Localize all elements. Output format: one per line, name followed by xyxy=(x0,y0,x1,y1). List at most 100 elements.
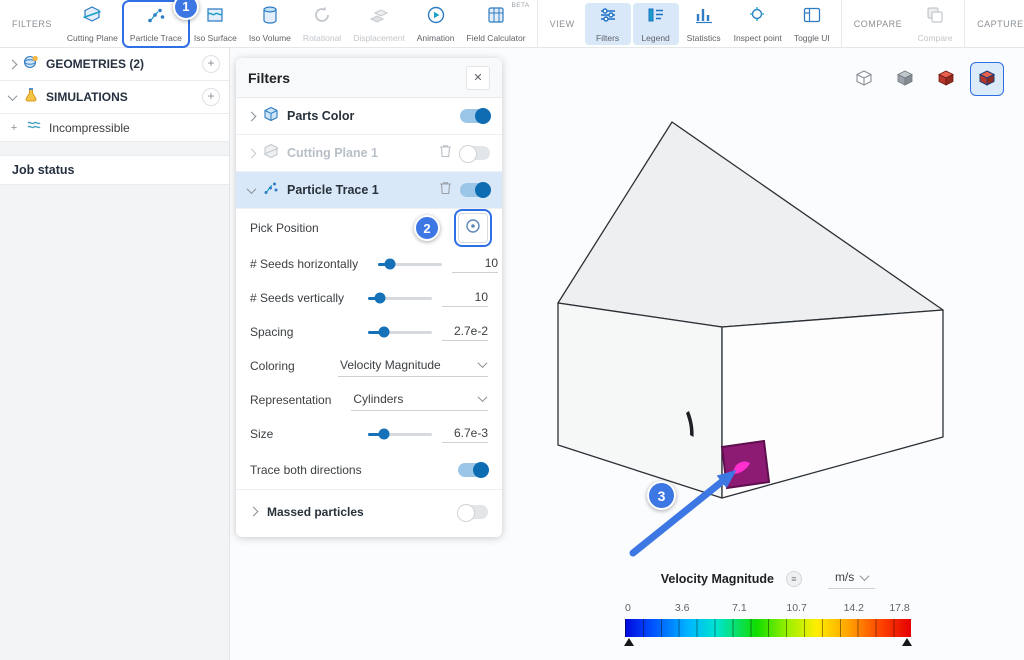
seeds-horizontal-slider[interactable] xyxy=(378,263,442,266)
representation-dropdown[interactable]: Cylinders xyxy=(351,390,488,411)
tool-label: Iso Surface xyxy=(194,33,237,43)
chevron-down-icon[interactable] xyxy=(247,184,257,194)
simulations-icon xyxy=(23,87,39,108)
range-max-marker[interactable] xyxy=(902,638,912,646)
spacing-slider[interactable] xyxy=(368,331,432,334)
simulations-label: SIMULATIONS xyxy=(46,90,128,104)
view-section-label: VIEW xyxy=(550,19,575,29)
representation-row: Representation Cylinders xyxy=(236,383,502,417)
coloring-value: Velocity Magnitude xyxy=(340,358,441,372)
representation-value: Cylinders xyxy=(353,392,403,406)
legend-header: Velocity Magnitude ≡ m/s xyxy=(618,568,918,589)
trace-both-directions-toggle[interactable] xyxy=(458,463,488,477)
legend-unit-dropdown[interactable]: m/s xyxy=(828,568,875,589)
coloring-row: Coloring Velocity Magnitude xyxy=(236,349,502,383)
sidebar-item-geometries[interactable]: GEOMETRIES (2) + xyxy=(0,48,229,81)
job-status-label: Job status xyxy=(12,163,75,177)
tick-label: 17.8 xyxy=(889,602,909,614)
particle-trace-1-icon xyxy=(263,180,279,201)
cutting-plane-1-toggle[interactable] xyxy=(460,146,490,160)
sidebar-item-incompressible[interactable]: + Incompressible xyxy=(0,114,229,142)
shaded-cube-button[interactable] xyxy=(888,62,922,96)
expand-plus-icon[interactable]: + xyxy=(9,122,19,134)
tool-particle-trace[interactable]: Particle Trace 1 xyxy=(125,3,187,45)
colorbar-container: 0 3.6 7.1 10.7 14.2 17.8 xyxy=(625,619,911,637)
pick-position-label: Pick Position xyxy=(250,221,319,235)
wireframe-cube-button[interactable] xyxy=(847,62,881,96)
add-simulation-button[interactable]: + xyxy=(202,88,220,106)
cutting-plane-icon xyxy=(82,5,102,30)
coloring-dropdown[interactable]: Velocity Magnitude xyxy=(338,356,488,377)
target-icon xyxy=(464,217,482,240)
geometries-icon xyxy=(23,54,39,75)
surface-cube-button[interactable] xyxy=(929,62,963,96)
tool-legend-toggle[interactable]: Legend xyxy=(633,3,679,45)
iso-volume-icon xyxy=(260,5,280,30)
tool-inspect-point[interactable]: Inspect point xyxy=(729,3,787,45)
chevron-right-icon[interactable] xyxy=(249,507,259,517)
tool-field-calculator[interactable]: BETA Field Calculator xyxy=(462,3,531,45)
colorbar-tick-labels: 0 3.6 7.1 10.7 14.2 17.8 xyxy=(625,602,911,615)
seeds-vertical-row: # Seeds vertically 10 xyxy=(236,281,502,315)
tool-displacement[interactable]: Displacement xyxy=(348,3,410,45)
colorbar-gradient[interactable] xyxy=(625,619,911,637)
chevron-down-icon xyxy=(478,392,488,402)
tick-label: 3.6 xyxy=(675,602,690,614)
seeds-horizontal-value[interactable]: 10 xyxy=(452,256,498,273)
capture-toolbar-section: CAPTURE Screenshot xyxy=(964,0,1024,47)
step-badge-3: 3 xyxy=(647,481,676,510)
tool-compare[interactable]: Compare xyxy=(912,3,958,45)
tool-iso-volume[interactable]: Iso Volume xyxy=(244,3,296,45)
tick-label: 14.2 xyxy=(844,602,864,614)
scene-tree-sidebar: GEOMETRIES (2) + SIMULATIONS + + Incompr… xyxy=(0,48,230,660)
range-min-marker[interactable] xyxy=(624,638,634,646)
tool-label: Filters xyxy=(596,33,619,43)
chevron-right-icon[interactable] xyxy=(247,148,257,158)
seeds-vertical-slider[interactable] xyxy=(368,297,432,300)
app-window: FILTERS Cutting Plane Particle Trace 1 I… xyxy=(0,0,1024,660)
iso-surface-icon xyxy=(205,5,225,30)
size-slider[interactable] xyxy=(368,433,432,436)
legend-menu-icon[interactable]: ≡ xyxy=(786,571,802,587)
close-icon[interactable]: ✕ xyxy=(466,66,490,90)
beta-tag: BETA xyxy=(511,2,529,9)
statistics-icon xyxy=(694,5,714,30)
inspect-point-icon xyxy=(748,5,768,30)
seeds-vertical-value[interactable]: 10 xyxy=(442,290,488,307)
massed-particles-row[interactable]: Massed particles xyxy=(236,489,502,533)
tool-animation[interactable]: Animation xyxy=(412,3,460,45)
parts-color-toggle[interactable] xyxy=(460,109,490,123)
filter-row-parts-color[interactable]: Parts Color xyxy=(236,98,502,135)
chevron-right-icon[interactable] xyxy=(8,59,18,69)
job-status-header[interactable]: Job status xyxy=(0,155,229,185)
filters-sliders-icon xyxy=(598,5,618,30)
pick-position-button[interactable] xyxy=(458,213,488,243)
sidebar-item-simulations[interactable]: SIMULATIONS + xyxy=(0,81,229,114)
trash-icon[interactable] xyxy=(439,144,452,163)
view-toolbar-section: VIEW Filters Legend Statistics Inspect p… xyxy=(537,0,841,47)
tool-toggle-ui[interactable]: Toggle UI xyxy=(789,3,835,45)
tool-label: Inspect point xyxy=(734,33,782,43)
tool-label: Particle Trace xyxy=(130,33,182,43)
surface-edges-cube-button[interactable] xyxy=(970,62,1004,96)
size-row: Size 6.7e-3 xyxy=(236,417,502,451)
animation-icon xyxy=(426,5,446,30)
filter-row-cutting-plane-1[interactable]: Cutting Plane 1 xyxy=(236,135,502,172)
filter-row-particle-trace-1[interactable]: Particle Trace 1 xyxy=(236,172,502,209)
chevron-right-icon[interactable] xyxy=(247,111,257,121)
add-geometry-button[interactable]: + xyxy=(202,55,220,73)
spacing-value[interactable]: 2.7e-2 xyxy=(442,324,488,341)
tool-cutting-plane[interactable]: Cutting Plane xyxy=(62,3,123,45)
massed-particles-toggle[interactable] xyxy=(458,505,488,519)
legend-title: Velocity Magnitude xyxy=(661,572,774,586)
capture-section-label: CAPTURE xyxy=(977,19,1024,29)
tool-filters-toggle[interactable]: Filters xyxy=(585,3,631,45)
tool-rotational[interactable]: Rotational xyxy=(298,3,346,45)
massed-particles-label: Massed particles xyxy=(267,505,364,519)
particle-trace-1-toggle[interactable] xyxy=(460,183,490,197)
tool-statistics[interactable]: Statistics xyxy=(681,3,727,45)
chevron-down-icon xyxy=(478,358,488,368)
trash-icon[interactable] xyxy=(439,181,452,200)
size-value[interactable]: 6.7e-3 xyxy=(442,426,488,443)
chevron-down-icon[interactable] xyxy=(8,91,18,101)
